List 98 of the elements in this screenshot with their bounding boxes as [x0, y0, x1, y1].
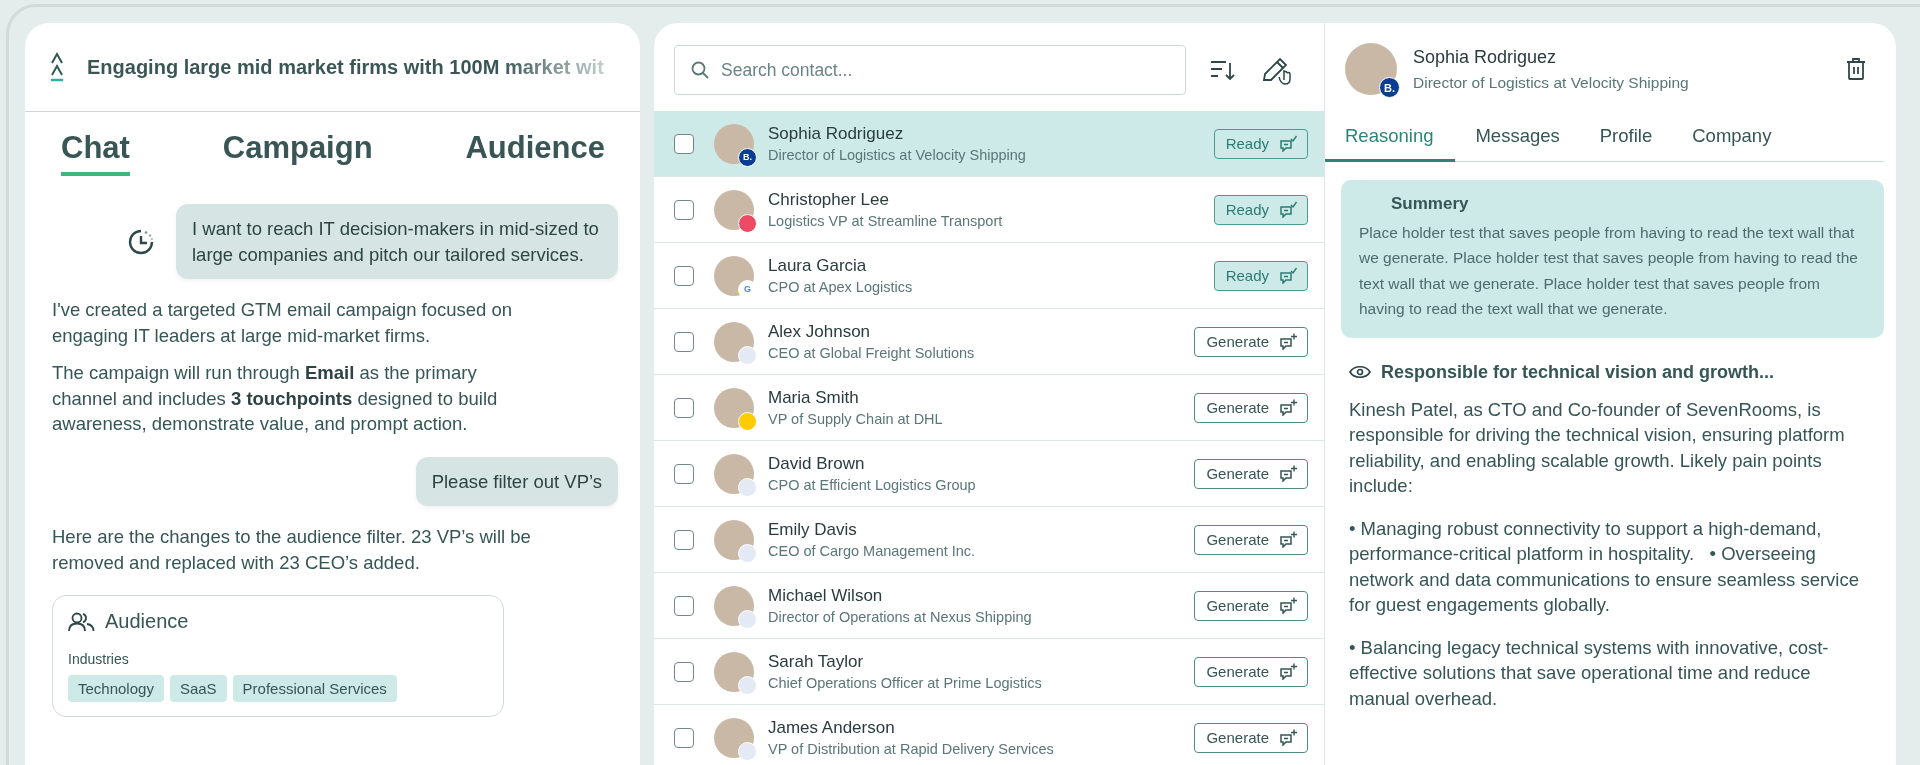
checkbox[interactable] [674, 595, 694, 616]
contact-name: Sophia Rodriguez [1413, 46, 1558, 68]
contact-name: Maria Smith [768, 388, 860, 408]
contact-role: CPO at Efficient Logistics Group [768, 477, 977, 493]
contact-role: CPO at Apex Logistics [768, 279, 914, 295]
logo-icon [49, 52, 65, 82]
ready-button[interactable]: Ready [1213, 194, 1308, 225]
contact-role: Chief Operations Officer at Prime Logistics [768, 675, 1043, 691]
contact-name: Sophia Rodriguez [768, 124, 905, 144]
assistant-message: I've created a targeted GTM email campaign focused on engaging IT leaders at large mid-market firms. [52, 298, 514, 348]
contact-row[interactable]: Emily Davis CEO of Cargo Management Inc. Generate [654, 507, 1324, 573]
checkbox[interactable] [674, 331, 694, 352]
contact-role: CEO at Global Freight Solutions [768, 345, 976, 361]
detail-tab[interactable]: Profile [1579, 125, 1673, 162]
contact-row[interactable]: David Brown CPO at Efficient Logistics Group Generate [654, 441, 1324, 507]
contact-name: Michael Wilson [768, 586, 884, 606]
assistant-message: Here are the changes to the audience filter. 23 VP’s will be removed and replaced with 23 CEO’s added. [52, 525, 532, 575]
message-plus-icon [1279, 663, 1298, 680]
reasoning-paragraph: • Managing robust connectivity to support a high-demand, performance-critical platform in hospitality. • Overseeing network and data communications to ensure seamless service for guest engagements globally. [1349, 516, 1861, 617]
generate-button[interactable]: Generate [1194, 458, 1308, 489]
pencil-icon [1260, 55, 1294, 85]
contact-row[interactable]: Michael Wilson Director of Operations at Nexus Shipping Generate [654, 573, 1324, 639]
contact-role: Logistics VP at Streamline Transport [768, 213, 1004, 229]
contact-role: Director of Operations at Nexus Shipping [768, 609, 1033, 625]
contact-role: VP of Supply Chain at DHL [768, 411, 944, 427]
contact-name: Emily Davis [768, 520, 858, 540]
checkbox[interactable] [674, 397, 694, 418]
checkbox[interactable] [674, 661, 694, 682]
message-plus-icon [1279, 465, 1298, 482]
assistant-message: The campaign will run through Email as the primary channel and includes 3 touchpoints designed to build awareness, demonstrate value, and prompt action. [52, 361, 499, 436]
message-check-icon [1279, 267, 1298, 284]
checkbox[interactable] [674, 265, 694, 286]
contact-name: Christopher Lee [768, 190, 890, 210]
checkbox[interactable] [674, 199, 694, 220]
user-message: Please filter out VP’s [415, 456, 618, 506]
contact-row[interactable]: James Anderson VP of Distribution at Rapid Delivery Services Generate [654, 705, 1324, 765]
detail-tab[interactable]: Reasoning [1325, 125, 1456, 162]
contact-name: Laura Garcia [768, 256, 868, 276]
trash-icon [1846, 57, 1866, 81]
delete-button[interactable] [1846, 57, 1866, 81]
sort-icon [1210, 59, 1236, 81]
checkbox[interactable] [674, 133, 694, 154]
section-label: Industries [68, 651, 130, 667]
contact-role: CEO of Cargo Management Inc. [768, 543, 977, 559]
industry-tag: Professional Services [232, 675, 397, 702]
checkbox[interactable] [674, 727, 694, 748]
search-field[interactable]: Search contact... [674, 45, 1186, 95]
panel-tab[interactable]: Audience [465, 130, 605, 176]
panel-tab[interactable]: Campaign [222, 130, 373, 176]
contact-row[interactable]: B. Sophia Rodriguez Director of Logistics at Velocity Shipping Ready [654, 111, 1324, 177]
generate-button[interactable]: Generate [1194, 524, 1308, 555]
message-plus-icon [1279, 333, 1298, 350]
summary-title: Summery [1391, 193, 1470, 214]
generate-button[interactable]: Generate [1194, 590, 1308, 621]
avatar-photo-placeholder [714, 123, 754, 164]
generate-button[interactable]: Generate [1194, 656, 1308, 687]
ready-button[interactable]: Ready [1213, 128, 1308, 159]
contact-role: VP of Distribution at Rapid Delivery Services [768, 741, 1055, 757]
avatar-photo-placeholder [1345, 43, 1397, 95]
card-title: Audience [105, 610, 189, 633]
contact-name: David Brown [768, 454, 866, 474]
message-check-icon [1279, 135, 1298, 152]
industry-tag: SaaS [169, 675, 227, 702]
checkbox[interactable] [674, 529, 694, 550]
contact-row[interactable]: G Laura Garcia CPO at Apex Logistics Ready [654, 243, 1324, 309]
message-plus-icon [1279, 729, 1298, 746]
generate-button[interactable]: Generate [1194, 392, 1308, 423]
detail-tab[interactable]: Messages [1455, 125, 1580, 162]
contact-name: James Anderson [768, 718, 896, 738]
industry-tag: Technology [68, 675, 164, 702]
detail-tab[interactable]: Company [1672, 125, 1792, 162]
reasoning-paragraph: • Balancing legacy technical systems with innovative, cost-effective solutions that save operational time and reduce manual overhead. [1349, 635, 1830, 711]
reasoning-paragraph: Kinesh Patel, as CTO and Co-founder of SevenRooms, is responsible for driving the technical vision, ensuring platform reliability, and enabling scalable growth. Likely pain points include: [1349, 397, 1846, 498]
message-plus-icon [1279, 597, 1298, 614]
contact-role: Director of Logistics at Velocity Shipping [768, 147, 1027, 163]
contact-name: Alex Johnson [768, 322, 872, 342]
contact-row[interactable]: Maria Smith VP of Supply Chain at DHL Generate [654, 375, 1324, 441]
insight-title: Responsible for technical vision and growth... [1381, 361, 1775, 383]
generate-button[interactable]: Generate [1194, 326, 1308, 357]
sort-button[interactable] [1210, 59, 1236, 81]
contact-row[interactable]: Alex Johnson CEO at Global Freight Solutions Generate [654, 309, 1324, 375]
contact-role: Director of Logistics at Velocity Shipping [1413, 73, 1690, 92]
edit-button[interactable] [1260, 55, 1294, 85]
contact-name: Sarah Taylor [768, 652, 865, 672]
contact-row[interactable]: Sarah Taylor Chief Operations Officer at Prime Logistics Generate [654, 639, 1324, 705]
generate-button[interactable]: Generate [1194, 722, 1308, 753]
people-icon [68, 611, 95, 632]
summary-text: Place holder test that saves people from having to read the text wall that we generate. Place holder test that saves people from having to read the text wall that we generate. Place holder test that saves people from having to read the text wall that we generate. [1359, 222, 1859, 319]
contact-row[interactable]: Christopher Lee Logistics VP at Streamline Transport Ready [654, 177, 1324, 243]
company-logo-badge: B. [1379, 77, 1400, 98]
message-plus-icon [1279, 399, 1298, 416]
checkbox[interactable] [674, 463, 694, 484]
user-message: I want to reach IT decision-makers in mid-sized to large companies and pitch our tailored services. [176, 204, 618, 279]
ready-button[interactable]: Ready [1213, 260, 1308, 291]
eye-icon [1349, 364, 1371, 380]
message-plus-icon [1279, 531, 1298, 548]
message-check-icon [1279, 201, 1298, 218]
panel-tab[interactable]: Chat [61, 130, 130, 176]
